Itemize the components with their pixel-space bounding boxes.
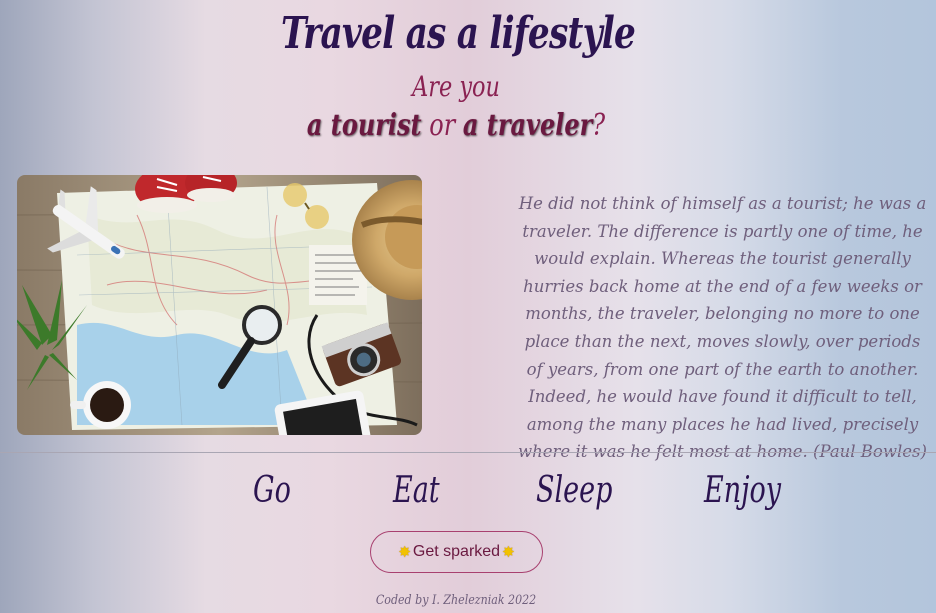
traveler-text: a traveler	[462, 108, 593, 143]
question-mark: ?	[592, 108, 606, 143]
nav-item-go: Go	[253, 470, 291, 511]
get-sparked-label: Get sparked	[412, 543, 501, 560]
travel-flatlay-image	[17, 175, 422, 435]
page-subtitle: Are you	[412, 70, 500, 103]
sparkle-icon: ✸	[398, 544, 411, 561]
tourist-text: a tourist	[306, 108, 422, 143]
footer-credit: Coded by I. Zhelezniak 2022	[375, 593, 537, 608]
section-divider	[0, 452, 936, 453]
get-sparked-button[interactable]: ✸ Get sparked ✸	[370, 531, 543, 573]
nav-item-sleep: Sleep	[536, 470, 613, 511]
sparkle-icon: ✸	[502, 544, 515, 561]
tourist-or-traveler-question: a tourist or a traveler?	[91, 108, 821, 143]
or-text: or	[421, 108, 463, 143]
page-title: Travel as a lifestyle	[280, 8, 636, 59]
paul-bowles-quote: He did not think of himself as a tourist…	[518, 194, 927, 462]
nav-item-enjoy: Enjoy	[704, 470, 781, 511]
nav-item-eat: Eat	[393, 470, 440, 511]
